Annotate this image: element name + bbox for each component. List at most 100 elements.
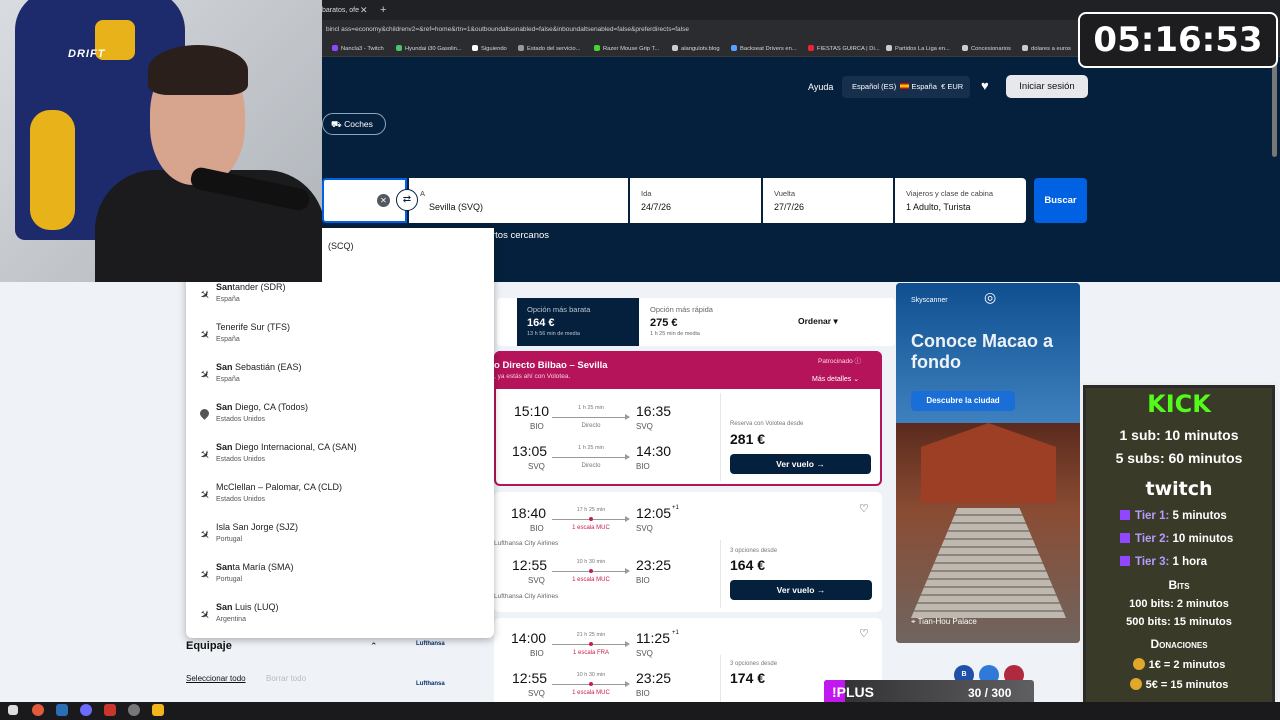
new-tab-button[interactable]: + (380, 2, 386, 18)
depart-airport: BIO (530, 649, 544, 658)
ad-discover-button[interactable]: Descubre la ciudad (911, 391, 1015, 411)
travellers-value: 1 Adulto, Turista (906, 202, 971, 212)
tab-fastest-price: 275 € (650, 317, 678, 329)
arrival-time: 23:25 (636, 557, 672, 573)
arrival-airport: BIO (636, 689, 650, 698)
airline-logo: Lufthansa (416, 681, 445, 687)
origin-input[interactable] (322, 178, 407, 223)
destination-field[interactable]: A Sevilla (SVQ) (409, 178, 628, 223)
twitch-logo: twitch (1145, 478, 1213, 500)
suggestion-item[interactable]: ✈ Santa María (SMA) Portugal (186, 560, 494, 600)
nearby-airports-label[interactable]: rtos cercanos (492, 230, 549, 241)
tab-cheapest[interactable]: Opción más barata 164 € 13 h 56 min de m… (517, 298, 639, 346)
scrollbar[interactable] (1272, 57, 1277, 157)
help-link[interactable]: Ayuda (808, 82, 833, 92)
obs-icon[interactable] (128, 704, 140, 716)
suggestion-item[interactable]: ✈ McClellan – Palomar, CA (CLD) Estados Un… (186, 480, 494, 520)
sponsored-title: o Directo Bilbao – Sevilla (494, 360, 608, 371)
day-offset: +1 (672, 505, 679, 511)
twitch-tier: Tier 2: 10 minutos (1120, 533, 1233, 545)
suggestion-item[interactable]: San Diego, CA (Todos) Estados Unidos (186, 400, 494, 440)
bookmark-item[interactable]: Partidos La Liga en... (886, 44, 950, 54)
bookmark-item[interactable]: Hyundai i30 Gasolin... (396, 44, 462, 54)
depart-date-field[interactable]: Ida 24/7/26 (630, 178, 761, 223)
chrome-icon[interactable] (32, 704, 44, 716)
search-button[interactable]: Buscar (1034, 178, 1087, 223)
coin-icon (1129, 678, 1142, 690)
stops: 1 escala MUC (572, 577, 610, 583)
return-date-field[interactable]: Vuelta 27/7/26 (763, 178, 893, 223)
depart-airport: SVQ (528, 689, 545, 698)
advert-banner[interactable]: Skyscanner ◎ Conoce Macao a fondo Descub… (896, 283, 1080, 643)
price: 281 € (730, 431, 766, 447)
bookmark-item[interactable]: FIESTAS GUIRCA | Di... (808, 44, 880, 54)
info-icon[interactable]: ⓘ (855, 358, 862, 365)
heart-icon[interactable]: ♡ (859, 627, 869, 640)
bookmark-item[interactable]: Estado del servicio... (518, 44, 581, 54)
bookmark-item[interactable]: Backseat Drivers en... (731, 44, 797, 54)
country-label: España (911, 82, 937, 91)
suggestion-country: Argentina (216, 616, 246, 623)
depart-time: 12:55 (512, 557, 548, 573)
bits-title: Bits (1168, 578, 1190, 592)
suggestion-name: Santa María (SMA) (216, 562, 294, 572)
return-label: Vuelta (774, 189, 795, 198)
suggestion-partial[interactable]: (SCQ) (328, 241, 354, 251)
stop-dot (589, 682, 593, 686)
duration: 17 h 25 min (576, 507, 606, 513)
bookmark-item[interactable]: Nancla3 - Twitch (332, 44, 384, 54)
cars-chip[interactable]: ⛟ Coches (322, 113, 386, 135)
location-pin-icon (198, 407, 211, 420)
arrival-airport: SVQ (636, 524, 653, 533)
route-line (552, 454, 630, 460)
heart-icon[interactable]: ♥ (981, 78, 989, 93)
suggestion-item[interactable]: ✈ Isla San Jorge (SJZ) Portugal (186, 520, 494, 560)
suggestion-item[interactable]: ✈ Santander (SDR) España (186, 280, 494, 320)
baggage-filter-title[interactable]: Equipaje (186, 640, 232, 652)
tab-fastest-sub: 1 h 25 min de media (650, 331, 700, 337)
app-icon[interactable] (152, 704, 164, 716)
login-button[interactable]: Iniciar sesión (1006, 75, 1088, 98)
tab-fastest[interactable]: Opción más rápida 275 € 1 h 25 min de me… (640, 298, 760, 346)
stops: 1 escala FRA (572, 650, 609, 656)
steam-icon[interactable] (56, 704, 68, 716)
tab-close-icon[interactable]: ✕ (360, 2, 368, 18)
travellers-field[interactable]: Viajeros y clase de cabina 1 Adulto, Tur… (895, 178, 1026, 223)
clear-origin-icon[interactable]: ✕ (377, 194, 390, 207)
heart-icon[interactable]: ♡ (859, 502, 869, 515)
discord-icon[interactable] (80, 704, 92, 716)
arrival-time: 16:35 (636, 403, 672, 419)
plane-icon: ✈ (196, 566, 214, 584)
bookmark-item[interactable]: Siguiendo (472, 44, 507, 54)
sort-dropdown[interactable]: Ordenar ▾ (798, 316, 838, 327)
start-icon[interactable] (8, 705, 18, 715)
chevron-down-icon: ▾ (833, 316, 838, 326)
bookmark-item[interactable]: dolares a euros (1022, 44, 1071, 54)
kick-logo: KICK (1147, 390, 1211, 418)
select-all-link[interactable]: Seleccionar todo (186, 674, 246, 683)
twitch-icon (1120, 533, 1130, 543)
clear-all-link[interactable]: Borrar todo (266, 674, 306, 683)
view-flight-button[interactable]: Ver vuelo → (730, 454, 871, 474)
kick-rule: 5 subs: 60 minutos (1115, 450, 1243, 466)
url-text[interactable]: bincl ass=economy&childrenv2=&ref=home&r… (326, 26, 1066, 33)
more-details-link[interactable]: Más detalles ⌄ (812, 375, 859, 383)
locale-selector[interactable]: Español (ES) España € EUR (842, 76, 970, 98)
suggestion-item[interactable]: ✈ San Luis (LUQ) Argentina (186, 600, 494, 640)
bookmark-item[interactable]: Concesionarios (962, 44, 1011, 54)
view-flight-button[interactable]: Ver vuelo → (730, 580, 872, 600)
tab-cheapest-label: Opción más barata (527, 305, 591, 314)
suggestion-item[interactable]: ✈ San Diego Internacional, CA (SAN) Estado… (186, 440, 494, 480)
bookmark-item[interactable]: Razer Mouse Grip T... (594, 44, 659, 54)
bookmark-item[interactable]: alangulotv.blog (672, 44, 720, 54)
plane-icon: ✈ (196, 526, 214, 544)
swap-icon[interactable]: ⇄ (396, 189, 418, 211)
tab-cheapest-price: 164 € (527, 317, 555, 329)
app-icon[interactable] (104, 704, 116, 716)
arrival-time: 23:25 (636, 670, 672, 686)
suggestion-item[interactable]: ✈ Tenerife Sur (TFS) España (186, 320, 494, 360)
twitch-tier: Tier 1: 5 minutos (1120, 510, 1227, 522)
suggestion-item[interactable]: ✈ San Sebastián (EAS) España (186, 360, 494, 400)
donations-title: Donaciones (1150, 637, 1208, 651)
chevron-up-icon[interactable]: ⌃ (370, 641, 378, 652)
